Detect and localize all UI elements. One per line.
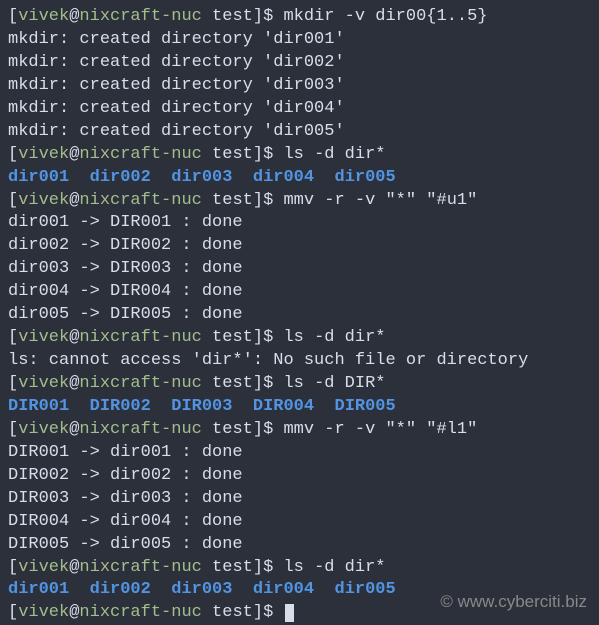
mmv-output: dir001 -> DIR001 : done: [8, 212, 591, 235]
mkdir-output: mkdir: created directory 'dir003': [8, 75, 591, 98]
prompt-line: [vivek@nixcraft-nuc test]$ ls -d DIR*: [8, 373, 591, 396]
command-ls: ls -d dir*: [283, 328, 385, 347]
prompt-symbol: $: [263, 7, 283, 26]
command-mkdir: mkdir -v dir00{1..5}: [283, 7, 487, 26]
watermark: © www.cyberciti.biz: [440, 591, 587, 614]
mkdir-output: mkdir: created directory 'dir002': [8, 52, 591, 75]
mmv-output: dir005 -> DIR005 : done: [8, 304, 591, 327]
mmv-output: DIR003 -> dir003 : done: [8, 488, 591, 511]
cursor-icon: [285, 604, 294, 622]
dir-entry: dir003: [171, 580, 232, 599]
prompt-open: [: [8, 7, 18, 26]
ls-output: DIR001 DIR002 DIR003 DIR004 DIR005: [8, 396, 591, 419]
mkdir-output: mkdir: created directory 'dir001': [8, 29, 591, 52]
prompt-line: [vivek@nixcraft-nuc test]$ mmv -r -v "*"…: [8, 190, 591, 213]
dir-entry: dir004: [253, 580, 314, 599]
dir-entry: DIR005: [335, 397, 396, 416]
dir-entry: dir005: [335, 168, 396, 187]
mmv-output: DIR001 -> dir001 : done: [8, 442, 591, 465]
prompt-close: ]: [253, 7, 263, 26]
mmv-output: dir002 -> DIR002 : done: [8, 235, 591, 258]
prompt-line: [vivek@nixcraft-nuc test]$ mkdir -v dir0…: [8, 6, 591, 29]
prompt-at: @: [69, 7, 79, 26]
dir-entry: dir004: [253, 168, 314, 187]
mmv-output: DIR004 -> dir004 : done: [8, 511, 591, 534]
command-ls: ls -d dir*: [283, 558, 385, 577]
mmv-output: DIR002 -> dir002 : done: [8, 465, 591, 488]
dir-entry: DIR001: [8, 397, 69, 416]
prompt-line: [vivek@nixcraft-nuc test]$ ls -d dir*: [8, 327, 591, 350]
prompt-line: [vivek@nixcraft-nuc test]$ ls -d dir*: [8, 557, 591, 580]
prompt-host: nixcraft-nuc: [79, 7, 201, 26]
dir-entry: DIR002: [90, 397, 151, 416]
mkdir-output: mkdir: created directory 'dir005': [8, 121, 591, 144]
command-ls: ls -d dir*: [283, 145, 385, 164]
mkdir-output: mkdir: created directory 'dir004': [8, 98, 591, 121]
ls-output: dir001 dir002 dir003 dir004 dir005: [8, 167, 591, 190]
dir-entry: dir002: [90, 168, 151, 187]
command-ls: ls -d DIR*: [283, 374, 385, 393]
command-mmv: mmv -r -v "*" "#l1": [283, 420, 477, 439]
dir-entry: dir005: [335, 580, 396, 599]
dir-entry: DIR003: [171, 397, 232, 416]
dir-entry: dir002: [90, 580, 151, 599]
dir-entry: dir003: [171, 168, 232, 187]
dir-entry: DIR004: [253, 397, 314, 416]
mmv-output: dir003 -> DIR003 : done: [8, 258, 591, 281]
prompt-user: vivek: [18, 7, 69, 26]
mmv-output: DIR005 -> dir005 : done: [8, 534, 591, 557]
mmv-output: dir004 -> DIR004 : done: [8, 281, 591, 304]
prompt-line: [vivek@nixcraft-nuc test]$ mmv -r -v "*"…: [8, 419, 591, 442]
prompt-line: [vivek@nixcraft-nuc test]$ ls -d dir*: [8, 144, 591, 167]
dir-entry: dir001: [8, 580, 69, 599]
dir-entry: dir001: [8, 168, 69, 187]
prompt-path: test: [202, 7, 253, 26]
ls-error: ls: cannot access 'dir*': No such file o…: [8, 350, 591, 373]
command-mmv: mmv -r -v "*" "#u1": [283, 191, 477, 210]
